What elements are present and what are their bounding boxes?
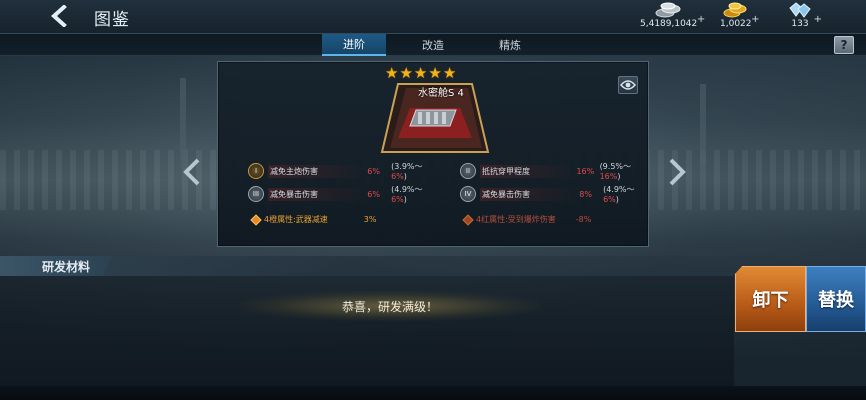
equipment-name: 水密舱S 4: [418, 88, 464, 99]
equipment-image[interactable]: 水密舱S 4: [380, 82, 490, 154]
bottom-border: [0, 386, 866, 400]
add-gold-icon[interactable]: +: [751, 14, 759, 25]
set-bonus-value: -8%: [575, 215, 592, 224]
diamond-amount: 133: [791, 19, 809, 29]
stat-row: II 抵抗穿甲程度 16% (9.5%～16%): [460, 162, 650, 181]
rank-ii-icon: II: [460, 163, 476, 179]
chevron-left-icon: [183, 158, 200, 186]
crane-silhouette: [180, 78, 186, 168]
stat-row: III 减免暴击伤害 6% (4.9%～6%): [248, 185, 438, 204]
stat-value: 6%: [367, 189, 380, 199]
tab-modify[interactable]: 改造: [401, 34, 465, 56]
set-bonus-label: 4橙属性:武器减速: [264, 215, 328, 224]
diamond-currency[interactable]: 133 +: [786, 2, 822, 29]
silver-currency[interactable]: 5,4189,1042 +: [640, 2, 705, 29]
equipment-card: ★ ★ ★ ★ ★ 水密舱S 4 I 减免主炮伤害 6% (3.9%～6%) I…: [217, 61, 649, 247]
stat-range: (4.9%～6%): [603, 185, 635, 204]
gold-amount: 1,0022: [720, 19, 752, 29]
rank-i-icon: I: [248, 163, 264, 179]
preview-button[interactable]: [618, 76, 638, 94]
star-icon: ★: [442, 64, 457, 82]
set-bonus-label: 4红属性:受到爆炸伤害: [476, 215, 556, 224]
chevron-right-icon: [669, 158, 686, 186]
unload-button[interactable]: 卸下: [735, 266, 806, 332]
star-icon: ★: [385, 64, 399, 82]
star-icon: ★: [428, 64, 442, 82]
crane-silhouette: [700, 84, 706, 164]
help-button[interactable]: ?: [834, 36, 854, 54]
max-level-message: 恭喜，研发满级！: [341, 299, 438, 314]
rank-iv-icon: IV: [460, 186, 476, 202]
silver-coins-icon: [655, 2, 681, 18]
stat-range: (3.9%～6%): [391, 162, 423, 181]
tab-advance[interactable]: 进阶: [322, 34, 386, 56]
top-bar: 图鉴 5,4189,1042 + 1,0022 + 133 +: [0, 0, 866, 34]
rank-iii-icon: III: [248, 186, 264, 202]
stat-value: 6%: [367, 166, 380, 176]
eye-icon: [620, 80, 636, 90]
stat-value: 8%: [579, 189, 592, 199]
section-title: 研发材料: [0, 256, 112, 276]
stat-name: 抵抗穿甲程度: [480, 164, 577, 178]
star-icon: ★: [413, 64, 428, 82]
set-bonus-row: 4橙属性:武器减速 3%: [250, 213, 377, 226]
stat-range: (9.5%～16%): [599, 162, 632, 181]
stat-name: 减免暴击伤害: [268, 187, 368, 201]
previous-arrow-button[interactable]: [181, 158, 205, 186]
stat-name: 减免主炮伤害: [268, 164, 368, 178]
diamond-icon: [789, 2, 811, 18]
gold-coins-icon: [723, 2, 747, 18]
red-set-icon: [462, 213, 474, 226]
replace-button[interactable]: 替换: [806, 266, 866, 332]
stat-name: 减免暴击伤害: [480, 187, 580, 201]
back-button[interactable]: [42, 2, 78, 30]
set-bonus-row: 4红属性:受到爆炸伤害 -8%: [462, 213, 592, 226]
stat-row: IV 减免暴击伤害 8% (4.9%～6%): [460, 185, 650, 204]
stat-row: I 减免主炮伤害 6% (3.9%～6%): [248, 162, 438, 181]
tab-bar: 进阶 改造 精炼 ?: [0, 34, 866, 56]
page-title: 图鉴: [94, 10, 130, 30]
set-bonus-value: 3%: [363, 215, 377, 224]
tab-refine[interactable]: 精炼: [478, 34, 542, 56]
add-silver-icon[interactable]: +: [697, 14, 705, 25]
gold-currency[interactable]: 1,0022 +: [720, 2, 760, 29]
star-icon: ★: [399, 64, 413, 82]
stat-value: 16%: [576, 166, 595, 176]
back-arrow-icon: [51, 5, 67, 27]
star-rating: ★ ★ ★ ★ ★: [385, 66, 456, 81]
stat-range: (4.9%～6%): [391, 185, 423, 204]
add-diamond-icon[interactable]: +: [814, 14, 822, 25]
orange-set-icon: [250, 213, 262, 226]
next-arrow-button[interactable]: [664, 158, 688, 186]
silver-amount: 5,4189,1042: [640, 19, 698, 29]
